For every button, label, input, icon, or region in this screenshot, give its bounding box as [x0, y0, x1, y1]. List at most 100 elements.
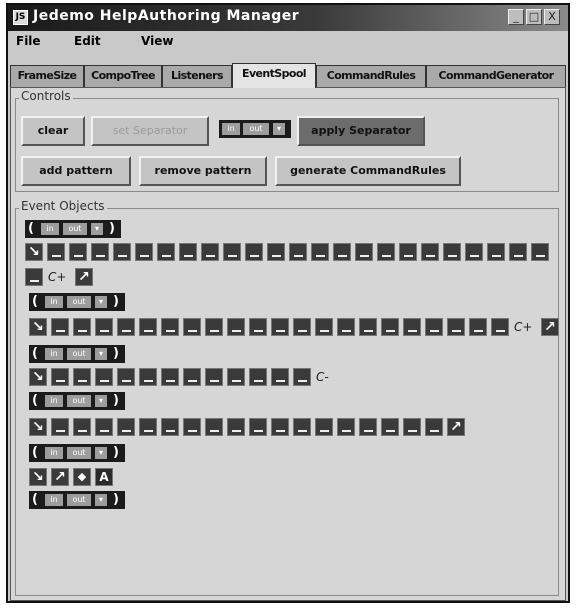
- in-toggle[interactable]: in: [45, 395, 63, 407]
- separator-pattern-3[interactable]: (in out ▾): [29, 345, 125, 363]
- event-cell-blank[interactable]: [249, 418, 267, 436]
- event-cell-blank[interactable]: [337, 318, 355, 336]
- separator-dropdown-icon[interactable]: ▾: [95, 296, 107, 308]
- event-cell-blank[interactable]: [271, 318, 289, 336]
- event-cell-blank[interactable]: [293, 418, 311, 436]
- arrow-down-right-icon[interactable]: ↘: [29, 468, 47, 486]
- separator-dropdown-icon[interactable]: ▾: [95, 395, 107, 407]
- event-cell-blank[interactable]: [205, 318, 223, 336]
- event-cell-blank[interactable]: [95, 418, 113, 436]
- add-pattern-button[interactable]: add pattern: [21, 156, 131, 186]
- event-cell-blank[interactable]: [117, 368, 135, 386]
- event-cell-blank[interactable]: [227, 318, 245, 336]
- event-cell-blank[interactable]: [51, 368, 69, 386]
- event-cell-blank[interactable]: [399, 243, 417, 261]
- title-bar[interactable]: JS Jedemo HelpAuthoring Manager _ □ X: [8, 5, 568, 31]
- event-cell-blank[interactable]: [469, 318, 487, 336]
- in-toggle[interactable]: in: [45, 348, 63, 360]
- event-cell-blank[interactable]: [91, 243, 109, 261]
- arrow-down-right-icon[interactable]: ↘: [29, 318, 47, 336]
- event-cell-blank[interactable]: [161, 368, 179, 386]
- event-cell-blank[interactable]: [69, 243, 87, 261]
- menu-edit[interactable]: Edit: [74, 34, 101, 48]
- event-cell-blank[interactable]: [447, 318, 465, 336]
- event-cell-letter[interactable]: A: [95, 468, 113, 486]
- arrow-down-right-icon[interactable]: ↘: [29, 368, 47, 386]
- event-cell-blank[interactable]: [205, 418, 223, 436]
- event-cell-blank[interactable]: [359, 418, 377, 436]
- event-cell-blank[interactable]: [73, 368, 91, 386]
- event-cell-blank[interactable]: [271, 368, 289, 386]
- in-toggle[interactable]: in: [41, 223, 59, 235]
- event-cell-blank[interactable]: [205, 368, 223, 386]
- event-cell-blank[interactable]: [491, 318, 509, 336]
- tab-eventspool[interactable]: EventSpool: [232, 63, 316, 88]
- event-cell-blank[interactable]: [201, 243, 219, 261]
- event-cell-blank[interactable]: [293, 318, 311, 336]
- event-cell-blank[interactable]: [245, 243, 263, 261]
- event-cell-blank[interactable]: [377, 243, 395, 261]
- event-cell-blank[interactable]: [183, 418, 201, 436]
- separator-dropdown-icon[interactable]: ▾: [91, 223, 103, 235]
- arrow-up-right-icon[interactable]: ↗: [51, 468, 69, 486]
- event-cell-blank[interactable]: [73, 318, 91, 336]
- event-cell-blank[interactable]: [73, 418, 91, 436]
- separator-dropdown-icon[interactable]: ▾: [95, 494, 107, 506]
- event-cell-blank[interactable]: [227, 368, 245, 386]
- event-cell-blank[interactable]: [465, 243, 483, 261]
- out-toggle[interactable]: out: [243, 123, 269, 135]
- event-cell-blank[interactable]: [227, 418, 245, 436]
- event-cell-blank[interactable]: [443, 243, 461, 261]
- event-cell-blank[interactable]: [139, 368, 157, 386]
- event-cell-blank[interactable]: [425, 318, 443, 336]
- separator-pattern-5[interactable]: (in out ▾): [29, 444, 125, 462]
- event-cell-blank[interactable]: [183, 318, 201, 336]
- out-toggle[interactable]: out: [67, 494, 91, 506]
- separator-pattern-4[interactable]: (in out ▾): [29, 392, 125, 410]
- event-cell-blank[interactable]: [51, 418, 69, 436]
- event-cell-blank[interactable]: [117, 418, 135, 436]
- event-cell-blank[interactable]: [531, 243, 549, 261]
- set-separator-button[interactable]: set Separator: [91, 116, 209, 146]
- arrow-down-right-icon[interactable]: ↘: [29, 418, 47, 436]
- io-dropdown-icon[interactable]: ▾: [273, 123, 285, 135]
- close-button[interactable]: X: [544, 9, 560, 25]
- tab-compotree[interactable]: CompoTree: [84, 65, 162, 87]
- event-cell-blank[interactable]: [139, 318, 157, 336]
- in-toggle[interactable]: in: [222, 123, 240, 135]
- tab-listeners[interactable]: Listeners: [162, 65, 232, 87]
- event-cell-blank[interactable]: [333, 243, 351, 261]
- event-cell-blank[interactable]: [381, 418, 399, 436]
- tab-commandrules[interactable]: CommandRules: [316, 65, 426, 87]
- event-cell-blank[interactable]: [47, 243, 65, 261]
- event-cell-blank[interactable]: [179, 243, 197, 261]
- separator-dropdown-icon[interactable]: ▾: [95, 348, 107, 360]
- event-cell-blank[interactable]: [223, 243, 241, 261]
- separator-pattern-1[interactable]: (in out ▾): [25, 220, 121, 238]
- event-cell-blank[interactable]: [139, 418, 157, 436]
- event-cell-blank[interactable]: [249, 318, 267, 336]
- event-cell-blank[interactable]: [267, 243, 285, 261]
- arrow-up-right-icon[interactable]: ↗: [447, 418, 465, 436]
- event-cell-blank[interactable]: [509, 243, 527, 261]
- separator-dropdown-icon[interactable]: ▾: [95, 447, 107, 459]
- event-cell-blank[interactable]: [113, 243, 131, 261]
- separator-pattern-6[interactable]: (in out ▾): [29, 491, 125, 509]
- event-cell-blank[interactable]: [183, 368, 201, 386]
- out-toggle[interactable]: out: [63, 223, 87, 235]
- menu-file[interactable]: File: [16, 34, 41, 48]
- diamond-icon[interactable]: ◆: [73, 468, 91, 486]
- event-cell-blank[interactable]: [95, 318, 113, 336]
- event-cell-blank[interactable]: [425, 418, 443, 436]
- in-toggle[interactable]: in: [45, 447, 63, 459]
- event-cell-blank[interactable]: [117, 318, 135, 336]
- out-toggle[interactable]: out: [67, 348, 91, 360]
- clear-button[interactable]: clear: [21, 116, 85, 146]
- event-cell-blank[interactable]: [135, 243, 153, 261]
- event-cell-blank[interactable]: [403, 318, 421, 336]
- event-cell-blank[interactable]: [95, 368, 113, 386]
- minimize-button[interactable]: _: [508, 9, 524, 25]
- tab-commandgenerator[interactable]: CommandGenerator: [426, 65, 566, 87]
- arrow-down-right-icon[interactable]: ↘: [25, 243, 43, 261]
- event-cell-blank[interactable]: [315, 418, 333, 436]
